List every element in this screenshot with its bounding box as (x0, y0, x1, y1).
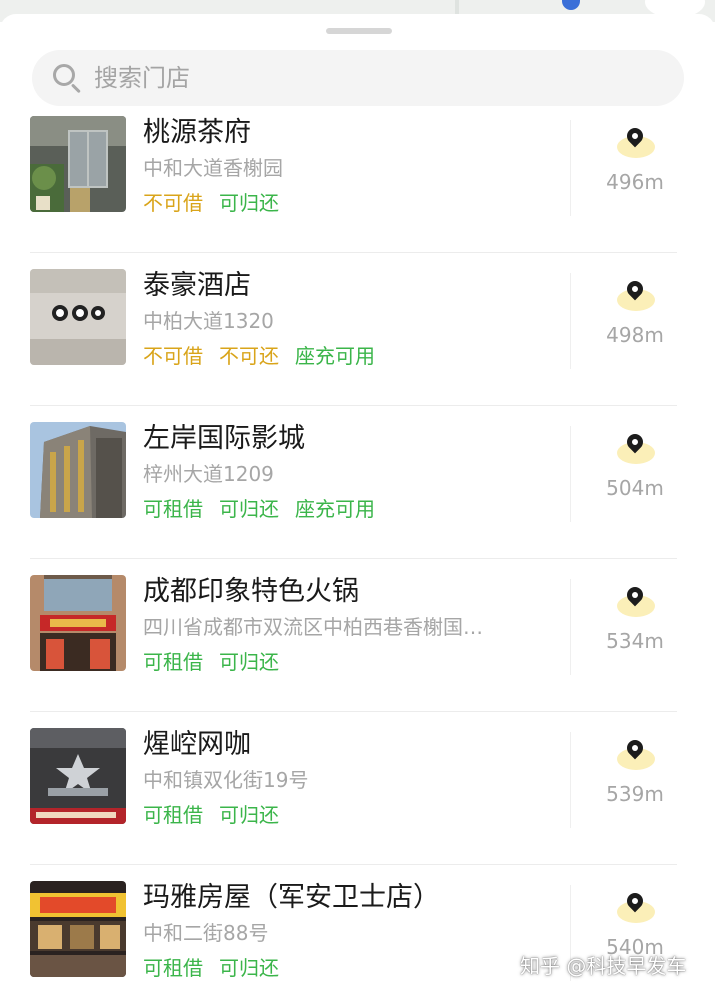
dock-charge-status: 座充可用 (295, 497, 375, 521)
store-address: 中和大道香榭园 (143, 156, 283, 180)
search-bar[interactable] (32, 50, 684, 106)
divider (570, 273, 571, 369)
borrow-status: 不可借 (143, 191, 203, 215)
status-tags: 可租借 可归还 座充可用 (143, 493, 375, 522)
status-tags: 不可借 可归还 (143, 187, 279, 216)
store-distance: 496m (606, 170, 664, 194)
store-photo (30, 575, 126, 671)
store-name: 煋崆网咖 (143, 729, 251, 760)
store-name: 泰豪酒店 (143, 270, 251, 301)
status-tags: 不可借 不可还 座充可用 (143, 340, 375, 369)
store-photo (30, 116, 126, 212)
watermark: 知乎 @科技早发车 (520, 954, 687, 978)
store-distance: 504m (606, 476, 664, 500)
store-photo (30, 881, 126, 977)
status-tags: 可租借 可归还 (143, 799, 279, 828)
borrow-status: 不可借 (143, 344, 203, 368)
status-tags: 可租借 可归还 (143, 646, 279, 675)
borrow-status: 可租借 (143, 956, 203, 980)
store-address: 中和镇双化街19号 (143, 768, 309, 792)
location-pin-icon[interactable] (615, 736, 655, 772)
store-name: 成都印象特色火锅 (143, 576, 359, 607)
list-item[interactable]: 煋崆网咖 中和镇双化街19号 可租借 可归还 539m (0, 712, 715, 865)
divider (570, 579, 571, 675)
location-pin-icon[interactable] (615, 124, 655, 160)
divider (570, 426, 571, 522)
store-distance: 534m (606, 629, 664, 653)
store-photo (30, 269, 126, 365)
dock-charge-status: 座充可用 (295, 344, 375, 368)
store-name: 左岸国际影城 (143, 423, 305, 454)
return-status: 可归还 (219, 650, 279, 674)
store-name: 玛雅房屋（军安卫士店） (143, 882, 440, 913)
drag-handle[interactable] (326, 28, 392, 34)
return-status: 可归还 (219, 803, 279, 827)
store-address: 中和二街88号 (143, 921, 269, 945)
location-pin-icon[interactable] (615, 277, 655, 313)
list-item[interactable]: 玛雅房屋（军安卫士店） 中和二街88号 可租借 可归还 540m (0, 865, 715, 1000)
store-address: 四川省成都市双流区中柏西巷香榭国… (143, 615, 483, 639)
list-item[interactable]: 桃源茶府 中和大道香榭园 不可借 可归还 496m (0, 100, 715, 253)
store-photo (30, 728, 126, 824)
return-status: 不可还 (219, 344, 279, 368)
search-icon (52, 63, 82, 94)
list-item[interactable]: 左岸国际影城 梓州大道1209 可租借 可归还 座充可用 504m (0, 406, 715, 559)
search-input[interactable] (94, 64, 654, 92)
store-distance: 539m (606, 782, 664, 806)
location-pin-icon[interactable] (615, 583, 655, 619)
divider (570, 120, 571, 216)
status-tags: 可租借 可归还 (143, 952, 279, 981)
location-marker-icon (562, 0, 580, 10)
location-pin-icon[interactable] (615, 430, 655, 466)
store-photo (30, 422, 126, 518)
list-item[interactable]: 泰豪酒店 中柏大道1320 不可借 不可还 座充可用 498m (0, 253, 715, 406)
divider (570, 732, 571, 828)
borrow-status: 可租借 (143, 497, 203, 521)
return-status: 可归还 (219, 956, 279, 980)
store-address: 梓州大道1209 (143, 462, 274, 486)
store-name: 桃源茶府 (143, 117, 251, 148)
borrow-status: 可租借 (143, 650, 203, 674)
return-status: 可归还 (219, 497, 279, 521)
borrow-status: 可租借 (143, 803, 203, 827)
list-item[interactable]: 成都印象特色火锅 四川省成都市双流区中柏西巷香榭国… 可租借 可归还 534m (0, 559, 715, 712)
store-address: 中柏大道1320 (143, 309, 274, 333)
return-status: 可归还 (219, 191, 279, 215)
store-distance: 498m (606, 323, 664, 347)
location-pin-icon[interactable] (615, 889, 655, 925)
